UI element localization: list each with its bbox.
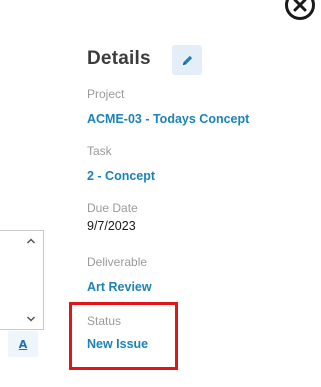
details-page: A Details Project ACME-03 - Todays Conce… [0, 0, 321, 387]
deliverable-link[interactable]: Art Review [87, 280, 152, 294]
description-textarea[interactable] [0, 230, 44, 330]
text-format-button[interactable]: A [8, 331, 38, 357]
close-icon [293, 0, 307, 12]
close-button[interactable] [285, 0, 315, 20]
task-label: Task [87, 144, 112, 158]
status-highlight-box [69, 302, 178, 370]
scroll-down-button[interactable] [24, 312, 38, 326]
project-label: Project [87, 87, 125, 101]
due-date-value: 9/7/2023 [87, 219, 136, 233]
chevron-down-icon [26, 316, 36, 322]
deliverable-label: Deliverable [87, 255, 148, 269]
due-date-label: Due Date [87, 201, 138, 215]
edit-details-button[interactable] [172, 45, 202, 75]
text-format-icon: A [18, 337, 28, 351]
chevron-up-icon [26, 238, 36, 244]
pencil-icon [182, 55, 192, 65]
scroll-up-button[interactable] [24, 234, 38, 248]
project-link[interactable]: ACME-03 - Todays Concept [87, 112, 249, 126]
task-link[interactable]: 2 - Concept [87, 169, 155, 183]
details-heading: Details [87, 48, 151, 69]
